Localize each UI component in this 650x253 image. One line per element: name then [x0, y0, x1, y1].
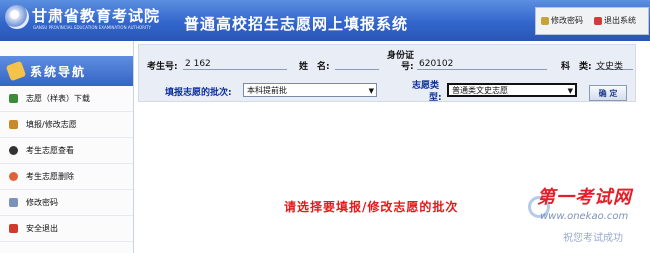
type-select-value: 普通类文史志愿: [452, 86, 508, 95]
name-label: 姓 名:: [299, 62, 330, 72]
header-toolbar: 修改密码 退出系统: [535, 7, 649, 35]
binoculars-icon: [9, 146, 18, 155]
chevron-down-icon: ▼: [567, 87, 573, 95]
key-icon: [9, 198, 18, 207]
sidebar-item-edit[interactable]: 填报/修改志愿: [0, 112, 133, 138]
sidebar-item-label: 修改密码: [26, 198, 58, 207]
change-password-link[interactable]: 修改密码: [541, 15, 583, 26]
sidebar-item-password[interactable]: 修改密码: [0, 190, 133, 216]
sidebar-item-label: 填报/修改志愿: [26, 120, 77, 129]
student-info-form: 考生号: 2 162 姓 名: 身份证 号: 620102 科 类: 文史类 填…: [138, 44, 636, 103]
sidebar-item-label: 考生志愿删除: [26, 172, 74, 181]
exam-no-label: 考生号:: [147, 62, 178, 72]
type-label-bottom: 型:: [429, 93, 442, 103]
system-title: 普通高校招生志愿网上填报系统: [184, 15, 409, 33]
app-header: 甘肃省教育考试院 GANSU PROVINCIAL EDUCATION EXAM…: [0, 0, 650, 41]
delete-icon: [9, 172, 18, 181]
edit-icon: [9, 120, 18, 129]
change-password-label: 修改密码: [551, 16, 583, 25]
name-value: [335, 56, 379, 70]
batch-select-value: 本科提前批: [247, 86, 287, 95]
subject-label: 科 类:: [561, 62, 592, 72]
logout-label: 退出系统: [604, 16, 636, 25]
watermark-slogan: 祝您考试成功: [563, 233, 623, 244]
watermark-title: 第一考试网: [537, 187, 632, 208]
sidebar-item-delete[interactable]: 考生志愿删除: [0, 164, 133, 190]
exit-icon: [594, 16, 602, 25]
navigation-icon: [5, 60, 27, 82]
type-select[interactable]: 普通类文史志愿 ▼: [447, 83, 577, 97]
sidebar-item-label: 安全退出: [26, 224, 58, 233]
sidebar-heading-label: 系统导航: [30, 64, 87, 79]
batch-label: 填报志愿的批次:: [165, 88, 232, 98]
confirm-button[interactable]: 确 定: [589, 85, 627, 101]
sidebar-item-label: 考生志愿查看: [26, 146, 74, 155]
sidebar-item-label: 志愿（样表）下载: [26, 94, 90, 103]
logout-link[interactable]: 退出系统: [594, 15, 636, 26]
key-icon: [541, 16, 549, 25]
sidebar-heading: 系统导航: [0, 56, 133, 86]
authority-emblem-icon: [5, 5, 29, 29]
sidebar: 系统导航 志愿（样表）下载 填报/修改志愿 考生志愿查看 考生志愿删除 修改密码…: [0, 41, 134, 253]
id-value: 620102: [419, 59, 454, 69]
sidebar-item-download[interactable]: 志愿（样表）下载: [0, 86, 133, 112]
authority-name-en: GANSU PROVINCIAL EDUCATION EXAMINATION A…: [33, 25, 151, 30]
sidebar-item-view[interactable]: 考生志愿查看: [0, 138, 133, 164]
download-icon: [9, 94, 18, 103]
authority-name: 甘肃省教育考试院: [32, 7, 161, 25]
id-label-bottom: 号:: [401, 62, 414, 72]
exam-no-value: 2 162: [185, 59, 211, 69]
batch-select[interactable]: 本科提前批 ▼: [243, 83, 377, 97]
watermark-url: www.onekao.com: [540, 211, 629, 222]
exit-icon: [9, 224, 18, 233]
sidebar-item-logout[interactable]: 安全退出: [0, 216, 133, 242]
select-batch-prompt: 请选择要填报/修改志愿的批次: [284, 200, 459, 214]
chevron-down-icon: ▼: [368, 87, 374, 95]
subject-value: 文史类: [596, 62, 624, 72]
